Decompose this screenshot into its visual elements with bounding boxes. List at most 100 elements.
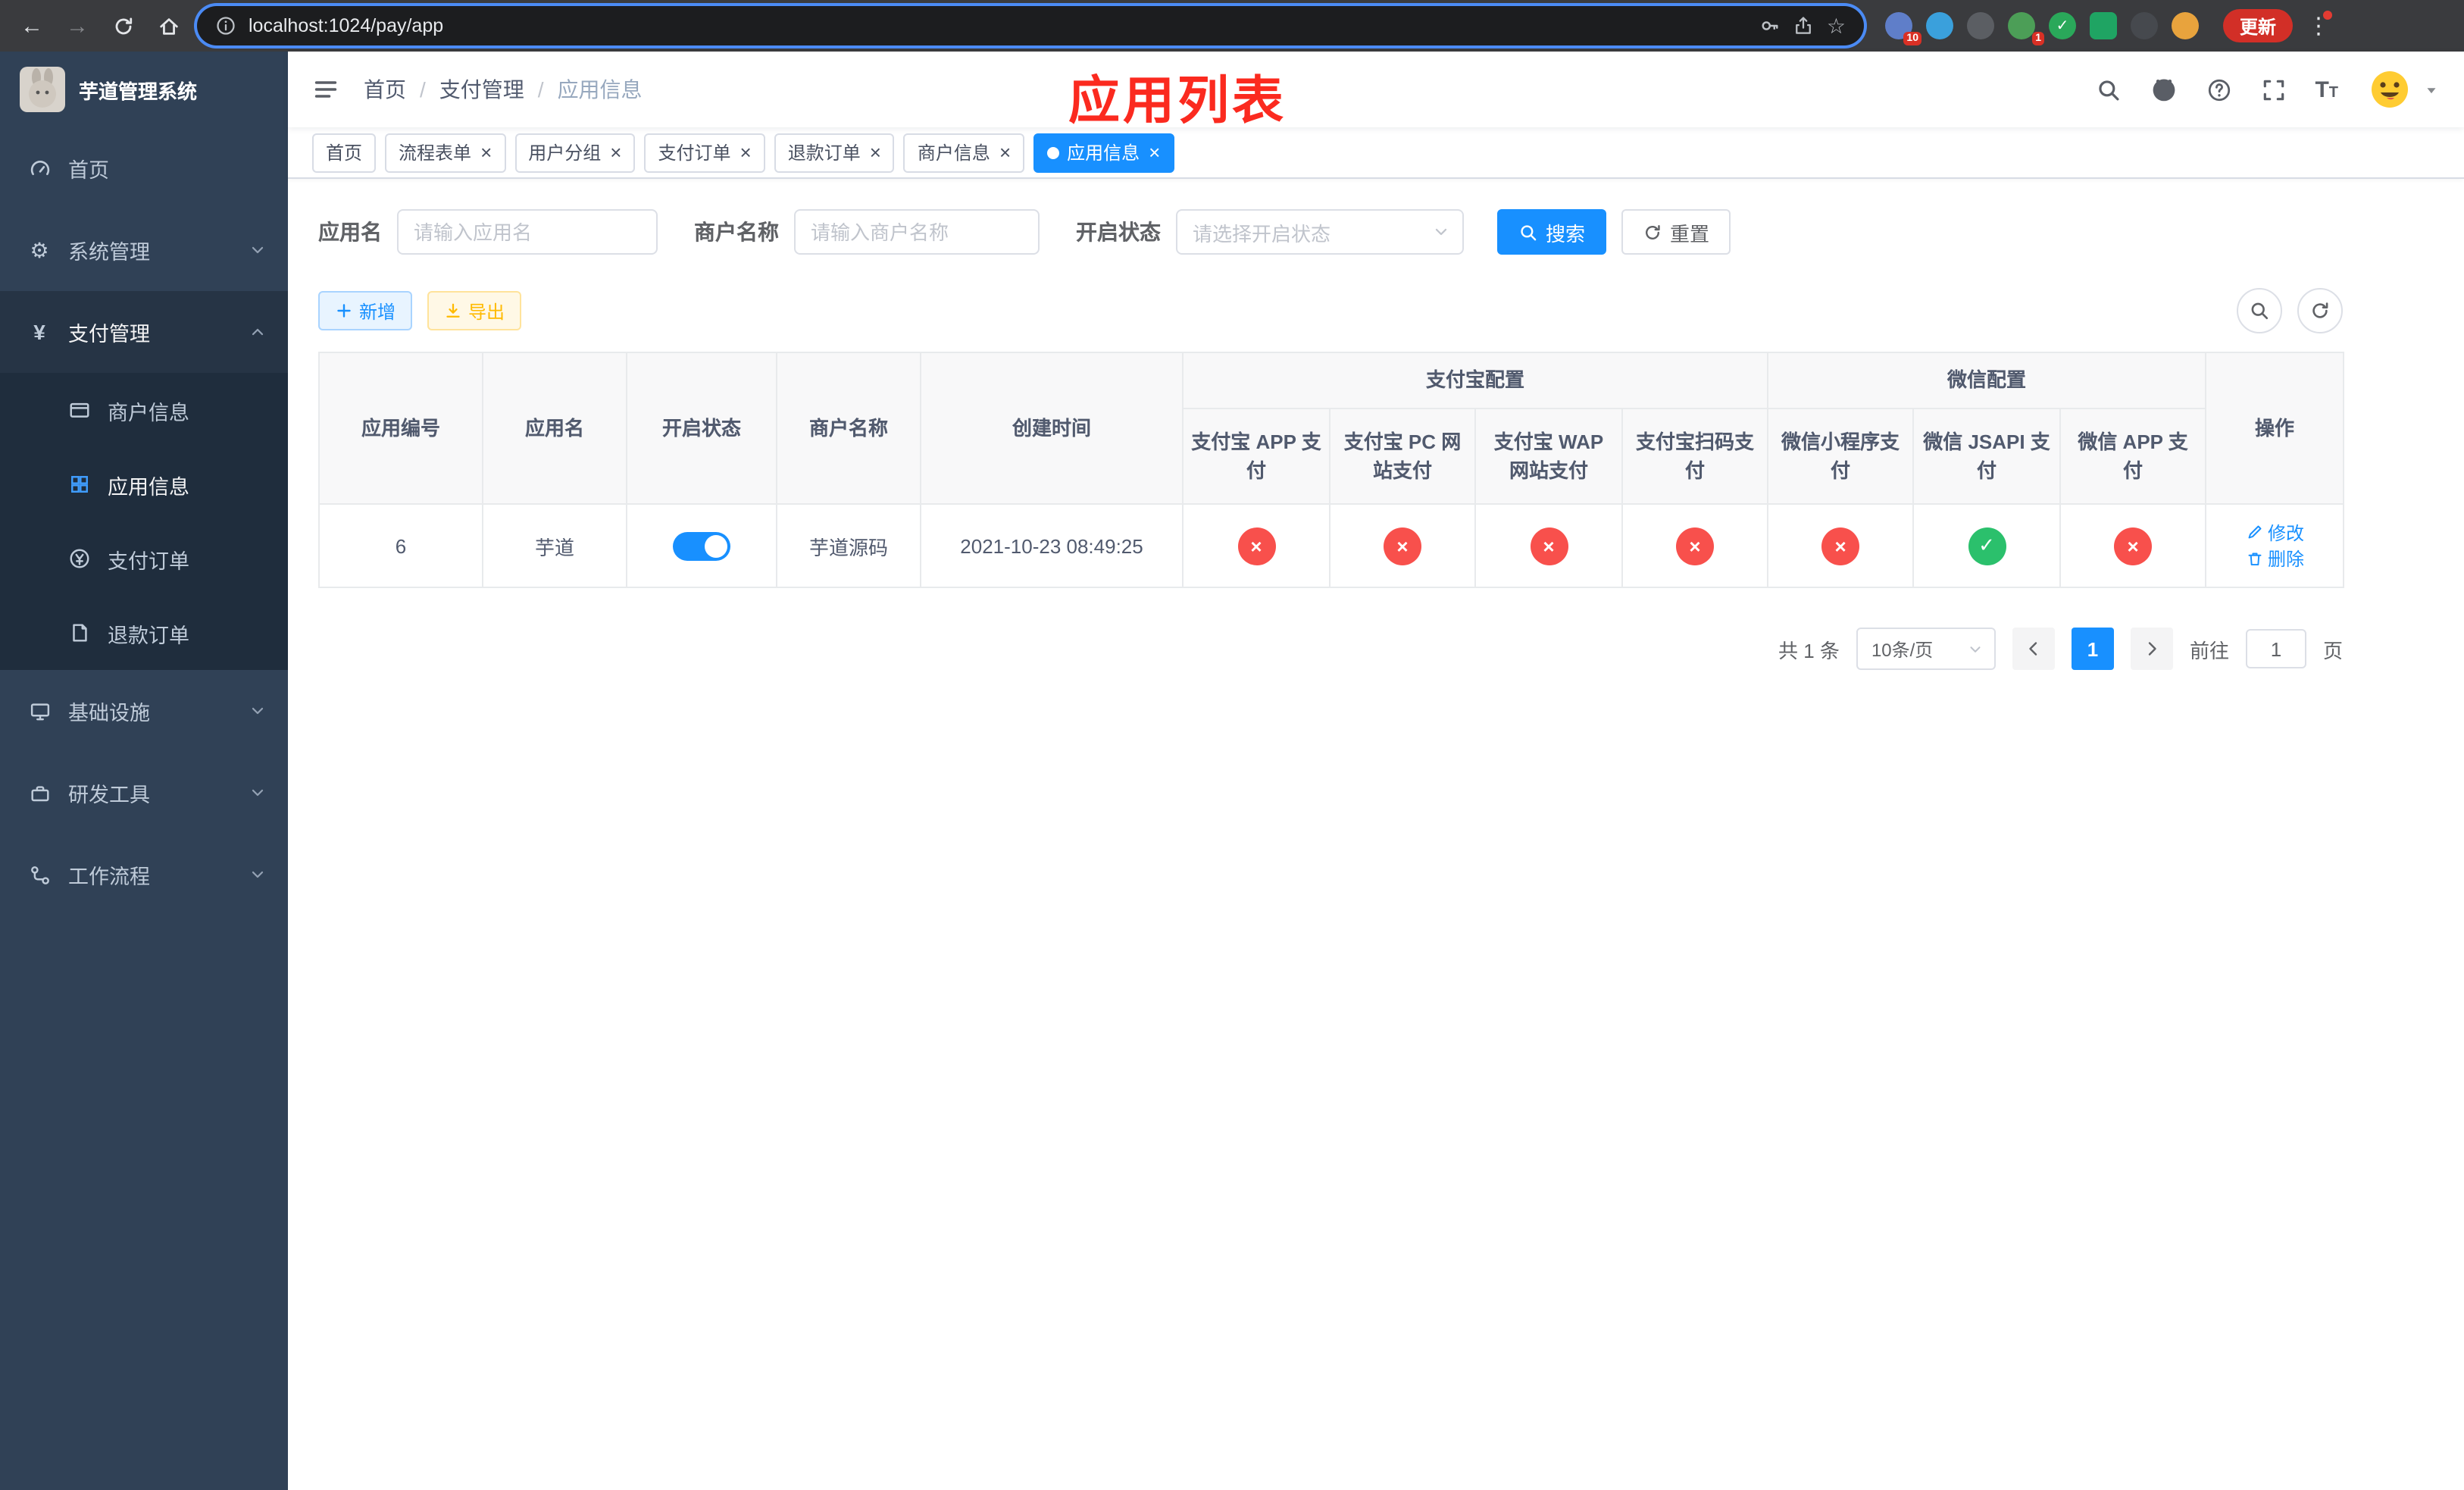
sidebar-item-app-info[interactable]: 应用信息 xyxy=(0,447,288,521)
sidebar-item-workflow[interactable]: 工作流程 xyxy=(0,834,288,916)
prev-page-button[interactable] xyxy=(2012,628,2055,670)
refresh-table-button[interactable] xyxy=(2297,288,2343,333)
tab-pay-order[interactable]: 支付订单 × xyxy=(644,133,765,172)
close-tab-icon[interactable]: × xyxy=(480,142,492,162)
extension-puzzle-icon[interactable]: 10 xyxy=(1885,12,1921,45)
reset-button-label: 重置 xyxy=(1670,222,1710,245)
browser-forward-button[interactable]: → xyxy=(58,6,97,45)
font-size-icon[interactable]: TT xyxy=(2315,77,2338,102)
status-label: 开启状态 xyxy=(1076,220,1161,244)
apps-table: 应用编号 应用名 开启状态 商户名称 创建时间 支付宝配置 微信配置 操作 支付… xyxy=(318,352,2345,588)
merchant-name-input[interactable] xyxy=(794,209,1040,255)
sidebar-item-refund-order[interactable]: 退款订单 xyxy=(0,596,288,670)
sidebar-item-merchant-info[interactable]: 商户信息 xyxy=(0,373,288,447)
sidebar-item-dev-tools[interactable]: 研发工具 xyxy=(0,752,288,834)
status-toggle[interactable] xyxy=(673,531,730,560)
tab-user-group[interactable]: 用户分组 × xyxy=(514,133,636,172)
sidebar-item-payment[interactable]: ¥ 支付管理 xyxy=(0,291,288,373)
cell-merchant: 芋道源码 xyxy=(776,503,921,588)
extension-check-icon[interactable]: ✓ xyxy=(2049,12,2076,39)
screen: ← → localhost:1024/pay/app ☆ 10 1 ✓ 更新 ⋮ xyxy=(0,0,2464,1490)
logo-avatar xyxy=(20,67,65,112)
extension-drop-icon[interactable] xyxy=(1926,12,1953,39)
gear-icon: ⚙ xyxy=(30,237,49,261)
sidebar-item-label: 基础设施 xyxy=(68,702,150,725)
main-area: 首页 / 支付管理 / 应用信息 应用列表 TT 首页 流程表单 × 用户分组 … xyxy=(288,52,2464,1490)
browser-home-button[interactable] xyxy=(149,6,188,45)
browser-menu-icon[interactable]: ⋮ xyxy=(2305,11,2333,39)
close-tab-icon[interactable]: × xyxy=(999,142,1011,162)
sidebar-collapse-icon[interactable] xyxy=(312,76,339,103)
update-dot xyxy=(2323,11,2333,20)
extension-face-icon[interactable] xyxy=(2172,12,2199,39)
tab-label: 应用信息 xyxy=(1067,142,1140,164)
sidebar-item-label: 工作流程 xyxy=(68,866,150,888)
add-button[interactable]: 新增 xyxy=(318,291,413,330)
search-icon[interactable] xyxy=(2095,77,2121,102)
reset-button[interactable]: 重置 xyxy=(1621,209,1731,255)
active-tab-dot xyxy=(1047,146,1060,158)
password-key-icon[interactable] xyxy=(1760,15,1781,36)
browser-back-button[interactable]: ← xyxy=(12,6,52,45)
search-button-label: 搜索 xyxy=(1546,222,1586,245)
sidebar-item-pay-order[interactable]: 支付订单 xyxy=(0,521,288,596)
page-annotation: 应用列表 xyxy=(1068,73,1287,130)
edit-link[interactable]: 修改 xyxy=(2245,519,2304,545)
col-header-created: 创建时间 xyxy=(920,352,1184,505)
goto-page-input[interactable] xyxy=(2245,629,2306,668)
share-icon[interactable] xyxy=(1793,15,1815,36)
close-tab-icon[interactable]: × xyxy=(1149,142,1160,162)
chevron-down-icon xyxy=(249,241,267,259)
tab-process-form[interactable]: 流程表单 × xyxy=(385,133,506,172)
search-button[interactable]: 搜索 xyxy=(1497,209,1607,255)
browser-update-button[interactable]: 更新 xyxy=(2223,9,2294,42)
chevron-down-icon xyxy=(249,702,267,720)
tab-label: 流程表单 xyxy=(399,142,472,164)
cell-wechat-app: × xyxy=(2059,503,2207,588)
sidebar-item-home[interactable]: 首页 xyxy=(0,127,288,209)
extension-chat-icon[interactable] xyxy=(2090,12,2117,39)
user-menu[interactable] xyxy=(2367,67,2440,112)
cell-status xyxy=(626,503,777,588)
page-size-select[interactable]: 10条/页 xyxy=(1856,628,1996,670)
config-status-icon: × xyxy=(1384,527,1421,565)
site-info-icon[interactable] xyxy=(215,15,236,36)
payment-submenu: 商户信息 应用信息 支付订单 退款订单 xyxy=(0,373,288,670)
browser-reload-button[interactable] xyxy=(103,6,142,45)
extension-pin-icon[interactable] xyxy=(2131,12,2158,39)
col-header-alipay-pc: 支付宝 PC 网站支付 xyxy=(1329,408,1476,505)
sidebar-item-system[interactable]: ⚙ 系统管理 xyxy=(0,209,288,291)
breadcrumb-home[interactable]: 首页 xyxy=(364,74,406,105)
help-icon[interactable] xyxy=(2206,77,2231,102)
chevron-right-icon xyxy=(2143,640,2161,658)
extension-badge: 10 xyxy=(1903,32,1921,45)
app-name-input[interactable] xyxy=(397,209,658,255)
github-icon[interactable] xyxy=(2150,76,2177,103)
tab-home[interactable]: 首页 xyxy=(312,133,377,172)
extension-dark-icon[interactable] xyxy=(1967,12,1994,39)
tab-refund-order[interactable]: 退款订单 × xyxy=(774,133,895,172)
extension-green-icon[interactable]: 1 xyxy=(2008,12,2044,45)
col-header-alipay-app: 支付宝 APP 支付 xyxy=(1182,408,1330,505)
status-select[interactable]: 请选择开启状态 xyxy=(1176,209,1464,255)
fullscreen-icon[interactable] xyxy=(2260,77,2286,102)
sidebar-item-label: 研发工具 xyxy=(68,784,150,806)
toggle-search-button[interactable] xyxy=(2237,288,2282,333)
close-tab-icon[interactable]: × xyxy=(870,142,881,162)
export-button[interactable]: 导出 xyxy=(427,291,522,330)
delete-link[interactable]: 删除 xyxy=(2245,546,2304,571)
tab-label: 用户分组 xyxy=(528,142,602,164)
tab-app-info[interactable]: 应用信息 × xyxy=(1033,133,1174,172)
chevron-down-icon xyxy=(249,866,267,884)
next-page-button[interactable] xyxy=(2130,628,2173,670)
close-tab-icon[interactable]: × xyxy=(610,142,621,162)
app-window: 芋道管理系统 首页 ⚙ 系统管理 ¥ 支付管理 商户信息 应用信息 支付订单 退… xyxy=(0,52,2464,1490)
tab-merchant-info[interactable]: 商户信息 × xyxy=(903,133,1025,172)
address-bar[interactable]: localhost:1024/pay/app ☆ xyxy=(197,6,1864,45)
sidebar-item-infrastructure[interactable]: 基础设施 xyxy=(0,670,288,752)
coin-icon xyxy=(67,547,91,570)
bookmark-star-icon[interactable]: ☆ xyxy=(1827,15,1846,36)
breadcrumb-payment[interactable]: 支付管理 xyxy=(439,74,524,105)
page-number-button[interactable]: 1 xyxy=(2071,628,2114,670)
close-tab-icon[interactable]: × xyxy=(740,142,752,162)
